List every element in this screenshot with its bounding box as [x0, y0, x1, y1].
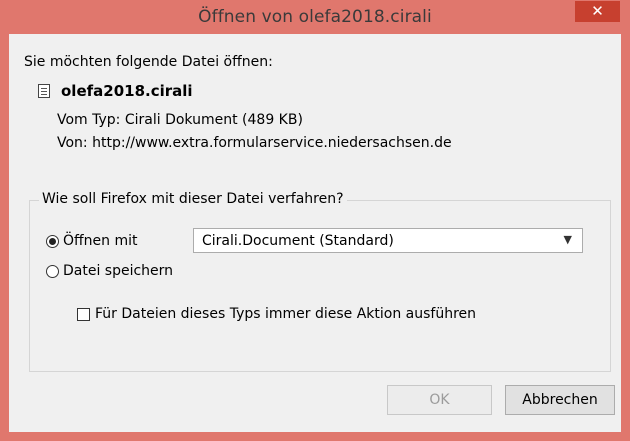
file-source-label: Von: — [57, 135, 88, 151]
action-group-legend: Wie soll Firefox mit dieser Datei verfah… — [39, 191, 347, 207]
file-info: olefa2018.cirali — [38, 82, 193, 100]
cancel-button[interactable]: Abbrechen — [505, 385, 615, 415]
file-source-value: http://www.extra.formularservice.nieders… — [92, 135, 452, 151]
file-source: Von: http://www.extra.formularservice.ni… — [57, 135, 452, 151]
application-select[interactable]: Cirali.Document (Standard) ▼ — [193, 228, 583, 253]
file-type-label: Vom Typ: — [57, 112, 121, 128]
remember-choice-checkbox[interactable] — [77, 307, 90, 321]
prompt-text: Sie möchten folgende Datei öffnen: — [24, 54, 273, 70]
dialog-window: Öffnen von olefa2018.cirali ✕ Sie möchte… — [0, 0, 630, 441]
open-with-option[interactable]: Öffnen mit — [46, 233, 138, 249]
save-file-label[interactable]: Datei speichern — [63, 263, 173, 279]
open-with-label[interactable]: Öffnen mit — [63, 233, 138, 249]
chevron-down-icon: ▼ — [563, 233, 572, 246]
application-select-value: Cirali.Document (Standard) — [202, 232, 394, 249]
dialog-content: Sie möchten folgende Datei öffnen: olefa… — [9, 34, 621, 432]
file-type-value: Cirali Dokument (489 KB) — [124, 112, 303, 128]
file-type: Vom Typ: Cirali Dokument (489 KB) — [57, 112, 303, 128]
document-icon — [38, 84, 50, 98]
open-with-radio[interactable] — [46, 234, 59, 248]
ok-button[interactable]: OK — [387, 385, 492, 415]
action-groupbox: Wie soll Firefox mit dieser Datei verfah… — [29, 191, 611, 372]
save-file-option[interactable]: Datei speichern — [46, 263, 173, 279]
file-name: olefa2018.cirali — [61, 82, 193, 100]
remember-choice-option[interactable]: Für Dateien dieses Typs immer diese Akti… — [77, 306, 476, 322]
title-bar[interactable]: Öffnen von olefa2018.cirali — [0, 0, 630, 34]
window-title: Öffnen von olefa2018.cirali — [198, 7, 432, 27]
remember-choice-label[interactable]: Für Dateien dieses Typs immer diese Akti… — [95, 306, 476, 322]
close-button[interactable]: ✕ — [575, 1, 620, 22]
save-file-radio[interactable] — [46, 264, 59, 278]
close-icon: ✕ — [591, 2, 604, 20]
